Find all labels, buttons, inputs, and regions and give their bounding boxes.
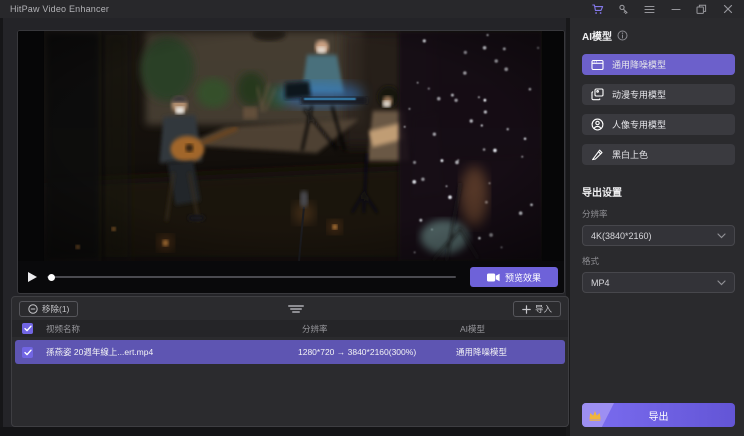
- title-bar: HitPaw Video Enhancer: [0, 0, 744, 18]
- model-button-portrait[interactable]: 人像专用模型: [582, 114, 735, 135]
- model-label: 黑白上色: [612, 148, 648, 161]
- preview-effect-label: 预览效果: [505, 271, 541, 284]
- model-button-anime[interactable]: 动漫专用模型: [582, 84, 735, 105]
- key-icon[interactable]: [617, 3, 630, 16]
- camera-icon: [487, 273, 500, 282]
- model-button-general-denoise[interactable]: 通用降噪模型: [582, 54, 735, 75]
- format-value: MP4: [591, 278, 610, 288]
- content-column: 预览效果 移除(1): [0, 18, 566, 436]
- play-button[interactable]: [28, 272, 37, 282]
- main-area: 预览效果 移除(1): [0, 18, 744, 436]
- video-preview-panel: 预览效果: [17, 30, 565, 294]
- column-resolution: 分辨率: [302, 323, 460, 335]
- minimize-icon[interactable]: [669, 3, 682, 16]
- app-window: HitPaw Video Enhancer: [0, 0, 744, 436]
- format-field-label: 格式: [582, 255, 735, 267]
- chevron-down-icon: [717, 233, 726, 239]
- app-title: HitPaw Video Enhancer: [10, 4, 109, 14]
- preview-effect-button[interactable]: 预览效果: [470, 267, 558, 287]
- plus-icon: [522, 305, 531, 314]
- resolution-value: 4K(3840*2160): [591, 231, 652, 241]
- file-resolution: 1280*720 → 3840*2160(300%): [298, 347, 456, 357]
- file-list-toolbar: 移除(1) 导入: [12, 297, 568, 320]
- format-select[interactable]: MP4: [582, 272, 735, 293]
- close-icon[interactable]: [721, 3, 734, 16]
- titlebar-actions: [591, 3, 734, 16]
- anime-icon: [591, 88, 604, 101]
- video-frame: [18, 31, 564, 261]
- file-row[interactable]: 孫燕姿 20週年線上...ert.mp4 1280*720 → 3840*216…: [15, 340, 565, 364]
- column-model: AI模型: [460, 323, 558, 335]
- file-list-panel: 移除(1) 导入 视频名称 分辨率 A: [11, 296, 569, 427]
- ai-model-section-title: AI模型: [582, 28, 735, 43]
- minus-circle-icon: [28, 304, 38, 314]
- remove-button[interactable]: 移除(1): [19, 301, 78, 317]
- model-label: 人像专用模型: [612, 118, 666, 131]
- file-name: 孫燕姿 20週年線上...ert.mp4: [46, 346, 298, 358]
- maximize-icon[interactable]: [695, 3, 708, 16]
- file-list-header: 视频名称 分辨率 AI模型: [12, 320, 568, 337]
- colorize-icon: [591, 148, 604, 161]
- portrait-icon: [591, 118, 604, 131]
- import-button-label: 导入: [535, 303, 552, 315]
- chevron-down-icon: [717, 280, 726, 286]
- premium-badge: [582, 403, 614, 427]
- model-label: 动漫专用模型: [612, 88, 666, 101]
- export-button[interactable]: 导出: [582, 403, 735, 427]
- info-icon[interactable]: [617, 30, 628, 41]
- export-button-label: 导出: [649, 408, 669, 423]
- cart-icon[interactable]: [591, 3, 604, 16]
- resolution-field-label: 分辨率: [582, 208, 735, 220]
- resolution-select[interactable]: 4K(3840*2160): [582, 225, 735, 246]
- frame-icon: [591, 59, 604, 71]
- remove-button-label: 移除(1): [42, 303, 69, 315]
- file-model: 通用降噪模型: [456, 346, 558, 358]
- check-icon: [24, 349, 32, 356]
- ai-model-title-label: AI模型: [582, 28, 612, 43]
- column-name: 视频名称: [46, 323, 302, 335]
- select-all-checkbox[interactable]: [22, 323, 33, 334]
- collapse-handle[interactable]: [278, 302, 314, 316]
- model-label: 通用降噪模型: [612, 58, 666, 71]
- crown-icon: [588, 410, 602, 421]
- settings-sidebar: AI模型 通用降噪模型 动漫专用模型: [566, 18, 744, 436]
- row-checkbox[interactable]: [22, 347, 33, 358]
- progress-slider[interactable]: [47, 276, 456, 278]
- check-icon: [24, 325, 32, 332]
- playback-controls: 预览效果: [18, 261, 564, 293]
- export-settings-title: 导出设置: [582, 184, 735, 199]
- model-button-colorize[interactable]: 黑白上色: [582, 144, 735, 165]
- menu-icon[interactable]: [643, 3, 656, 16]
- import-button[interactable]: 导入: [513, 301, 561, 317]
- progress-thumb[interactable]: [48, 274, 55, 281]
